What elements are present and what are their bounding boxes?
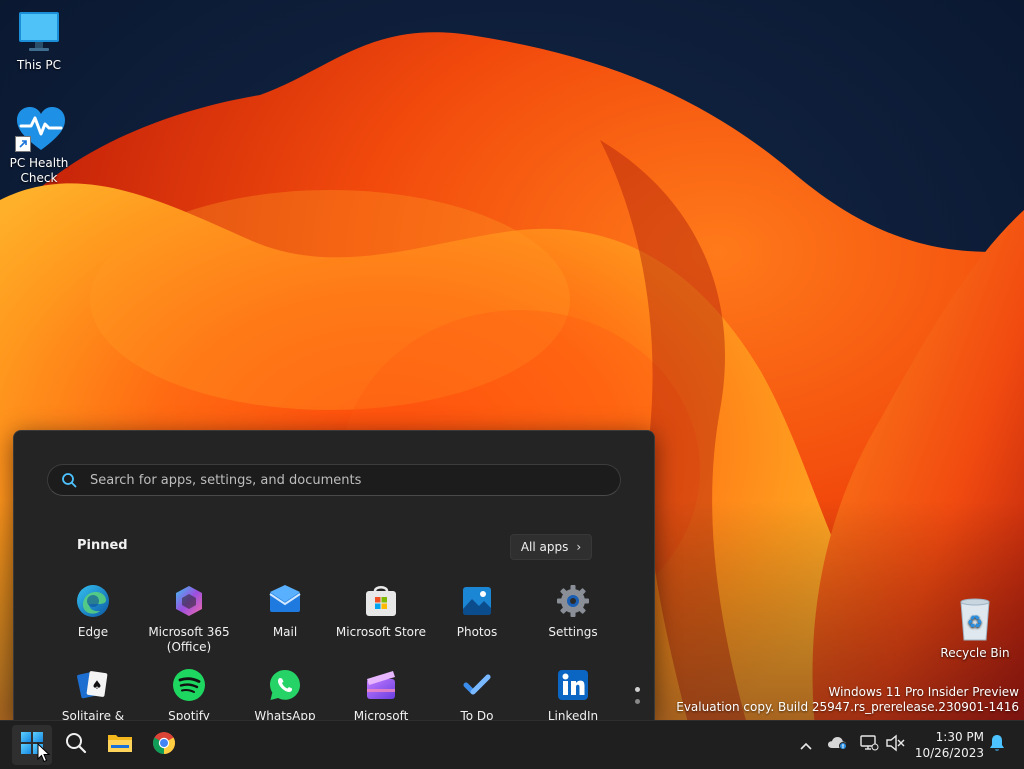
pinned-app-todo[interactable]: To Do	[429, 667, 525, 721]
svg-text:♻: ♻	[967, 612, 983, 633]
pinned-app-photos[interactable]: Photos	[429, 583, 525, 640]
pinned-app-label: Microsoft Store	[335, 625, 427, 639]
onedrive-tray-button[interactable]	[826, 725, 850, 765]
pinned-app-label: Mail	[272, 625, 298, 639]
desktop-icon-label: Recycle Bin	[940, 646, 1010, 660]
evaluation-watermark: Windows 11 Pro Insider Preview Evaluatio…	[676, 685, 1019, 715]
taskbar-file-explorer[interactable]	[100, 725, 140, 765]
pinned-page-indicator[interactable]	[634, 687, 642, 711]
pinned-app-microsoft-store[interactable]: Microsoft Store	[333, 583, 429, 640]
edge-icon	[75, 583, 111, 619]
notifications-button[interactable]	[986, 725, 1008, 765]
taskbar: 1:30 PM 10/26/2023	[0, 720, 1024, 769]
pinned-app-label: Settings	[548, 625, 598, 639]
watermark-edition: Windows 11 Pro Insider Preview	[828, 685, 1019, 699]
pinned-app-settings[interactable]: Settings	[525, 583, 621, 640]
search-icon	[65, 732, 87, 758]
desktop-icon-label: PC Health Check	[9, 156, 69, 185]
pinned-app-microsoft-365[interactable]: Microsoft 365 (Office)	[141, 583, 237, 655]
start-search-box[interactable]	[47, 464, 621, 496]
taskbar-search-button[interactable]	[56, 725, 96, 765]
desktop-icon-this-pc[interactable]: This PC	[3, 8, 75, 73]
page-dot-active[interactable]	[635, 687, 640, 692]
desktop-icon-label: This PC	[17, 58, 61, 72]
show-hidden-icons-button[interactable]	[794, 725, 818, 765]
mail-icon	[267, 583, 303, 619]
pinned-app-spotify[interactable]: Spotify	[141, 667, 237, 721]
health-heart-icon	[15, 106, 65, 154]
desktop-icon-recycle-bin[interactable]: ♻ Recycle Bin	[939, 596, 1011, 661]
recycle-bin-icon: ♻	[951, 596, 999, 644]
cloud-icon	[827, 735, 849, 755]
desktop-icon-pc-health-check[interactable]: PC Health Check	[3, 106, 75, 186]
shortcut-arrow-icon	[15, 136, 31, 152]
pinned-app-label: Edge	[77, 625, 109, 639]
clock-date: 10/26/2023	[914, 746, 984, 760]
watermark-build: Evaluation copy. Build 25947.rs_prerelea…	[676, 700, 1019, 714]
chevron-up-icon	[799, 736, 813, 755]
pinned-section-title: Pinned	[77, 538, 128, 553]
page-dot[interactable]	[635, 699, 640, 704]
file-explorer-icon	[107, 732, 133, 758]
chevron-right-icon: ›	[576, 540, 582, 554]
pinned-app-label: Photos	[456, 625, 498, 639]
pinned-app-label: Microsoft 365 (Office)	[148, 625, 230, 654]
pinned-app-edge[interactable]: Edge	[45, 583, 141, 640]
search-input[interactable]	[90, 465, 610, 495]
search-icon	[61, 472, 77, 492]
clipchamp-icon	[363, 667, 399, 703]
pinned-app-clipchamp[interactable]: Microsoft	[333, 667, 429, 721]
all-apps-button[interactable]: All apps ›	[510, 534, 592, 560]
microsoft-store-icon	[363, 583, 399, 619]
bell-icon	[989, 734, 1005, 756]
chrome-icon	[152, 731, 176, 759]
linkedin-icon	[555, 667, 591, 703]
start-menu: Pinned All apps › Edge Microsoft 365 (Of…	[13, 430, 655, 721]
microsoft-365-icon	[171, 583, 207, 619]
pinned-app-linkedin[interactable]: LinkedIn	[525, 667, 621, 721]
pinned-app-whatsapp[interactable]: WhatsApp	[237, 667, 333, 721]
network-status-button[interactable]	[858, 725, 880, 765]
pinned-app-mail[interactable]: Mail	[237, 583, 333, 640]
monitor-icon	[15, 8, 63, 56]
settings-gear-icon	[555, 583, 591, 619]
taskbar-chrome[interactable]	[144, 725, 184, 765]
svg-text:♠: ♠	[92, 678, 103, 692]
todo-icon	[459, 667, 495, 703]
volume-button[interactable]	[884, 725, 906, 765]
clock-time: 1:30 PM	[935, 730, 984, 744]
photos-icon	[459, 583, 495, 619]
mouse-cursor-icon	[37, 742, 51, 767]
network-icon	[859, 734, 879, 756]
solitaire-icon: ♠	[75, 667, 111, 703]
spotify-icon	[171, 667, 207, 703]
all-apps-label: All apps	[520, 540, 569, 554]
taskbar-clock[interactable]: 1:30 PM 10/26/2023	[912, 729, 984, 761]
whatsapp-icon	[267, 667, 303, 703]
speaker-muted-icon	[885, 734, 905, 756]
pinned-app-solitaire[interactable]: ♠ Solitaire &	[45, 667, 141, 721]
